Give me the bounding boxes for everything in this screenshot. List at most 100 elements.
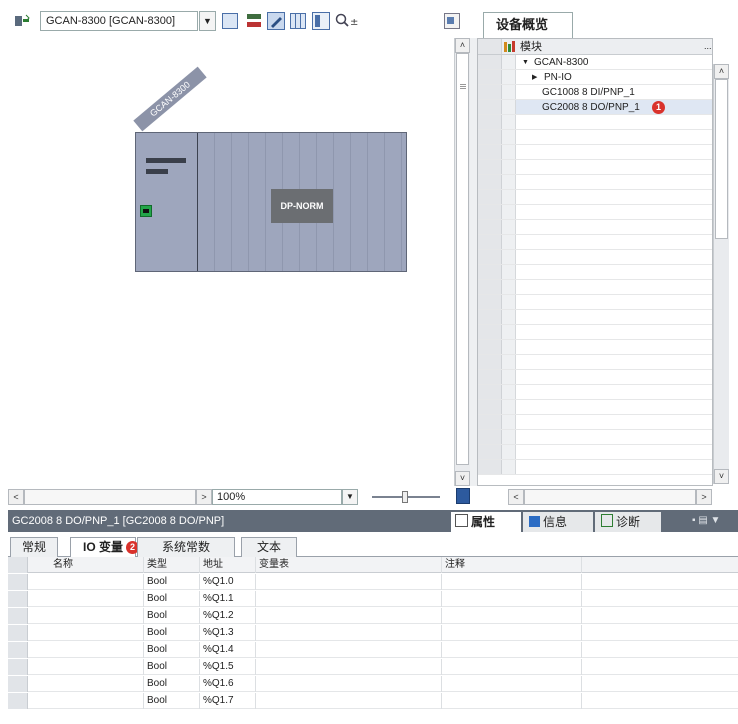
scroll-right-icon[interactable]: > [696, 489, 712, 505]
table-row[interactable]: Bool %Q1.4 [8, 642, 738, 658]
cell-tag-table[interactable] [256, 693, 442, 709]
overview-vertical-scrollbar[interactable]: ˄ ˅ [713, 64, 729, 484]
table-row[interactable]: Bool %Q1.2 [8, 608, 738, 624]
cell-tag-table[interactable] [256, 608, 442, 624]
cell-type[interactable]: Bool [144, 591, 200, 607]
overview-row[interactable] [478, 415, 712, 430]
cell-tag-table[interactable] [256, 642, 442, 658]
tab-diagnostics[interactable]: 诊断 [595, 512, 661, 532]
cell-type[interactable]: Bool [144, 642, 200, 658]
splitter[interactable] [470, 38, 477, 486]
zoom-dropdown[interactable]: ▼ [342, 489, 358, 505]
tab-properties[interactable]: 属性 [451, 512, 521, 532]
chevron-down-icon[interactable]: ▼ [522, 55, 529, 70]
grid-icon[interactable] [290, 13, 306, 29]
table-row[interactable]: Bool %Q1.6 [8, 676, 738, 692]
cell-tag-table[interactable] [256, 591, 442, 607]
cell-address[interactable]: %Q1.0 [200, 574, 256, 590]
cell-name[interactable] [50, 659, 144, 675]
overview-row[interactable] [478, 400, 712, 415]
overview-row[interactable] [478, 265, 712, 280]
tab-general[interactable]: 常规 [10, 537, 58, 557]
column-header-name[interactable]: 名称 [50, 557, 144, 573]
overview-row[interactable] [478, 430, 712, 445]
head-module[interactable] [136, 133, 198, 271]
device-combo[interactable]: GCAN-8300 [GCAN-8300] [40, 11, 198, 31]
overview-row[interactable] [478, 280, 712, 295]
device-canvas[interactable]: GCAN-8300 DP-NORM [8, 38, 454, 486]
cell-type[interactable]: Bool [144, 608, 200, 624]
module-box[interactable]: DP-NORM [271, 189, 333, 223]
cell-name[interactable] [50, 608, 144, 624]
column-more-button[interactable]: ... [704, 39, 712, 54]
overview-row[interactable]: GC1008 8 DI/PNP_1 [478, 85, 712, 100]
cell-address[interactable]: %Q1.6 [200, 676, 256, 692]
cell-address[interactable]: %Q1.1 [200, 591, 256, 607]
cell-comment[interactable] [442, 676, 582, 692]
cell-name[interactable] [50, 676, 144, 692]
zoom-icon[interactable]: ± [335, 13, 359, 29]
navigator-icon[interactable] [456, 488, 470, 504]
cell-address[interactable]: %Q1.2 [200, 608, 256, 624]
overview-row[interactable] [478, 190, 712, 205]
cell-address[interactable]: %Q1.4 [200, 642, 256, 658]
overview-row[interactable]: ▼ GCAN-8300 [478, 55, 712, 70]
tab-texts[interactable]: 文本 [241, 537, 297, 557]
tab-device-overview[interactable]: 设备概览 [483, 12, 573, 38]
overview-row[interactable] [478, 445, 712, 460]
cell-tag-table[interactable] [256, 676, 442, 692]
overview-icon[interactable] [444, 13, 460, 29]
cell-name[interactable] [50, 642, 144, 658]
cell-comment[interactable] [442, 659, 582, 675]
overview-row[interactable] [478, 460, 712, 475]
scroll-thumb[interactable] [456, 53, 469, 465]
cell-name[interactable] [50, 625, 144, 641]
rack-body[interactable]: DP-NORM [135, 132, 407, 272]
scroll-down-icon[interactable]: ˅ [714, 469, 729, 484]
overview-row[interactable] [478, 115, 712, 130]
overview-row[interactable] [478, 310, 712, 325]
cell-type[interactable]: Bool [144, 659, 200, 675]
cell-comment[interactable] [442, 591, 582, 607]
overview-row[interactable] [478, 340, 712, 355]
overview-row[interactable]: GC2008 8 DO/PNP_1 1 [478, 100, 712, 115]
port-icon[interactable] [140, 205, 152, 217]
overview-row[interactable] [478, 295, 712, 310]
cell-type[interactable]: Bool [144, 676, 200, 692]
chevron-right-icon[interactable]: ▶ [532, 70, 537, 85]
cell-type[interactable]: Bool [144, 693, 200, 709]
tab-info[interactable]: 信息 [523, 512, 593, 532]
overview-row[interactable] [478, 235, 712, 250]
chevron-down-icon[interactable]: ▼ [199, 11, 216, 31]
zoom-slider[interactable] [372, 491, 440, 503]
cell-address[interactable]: %Q1.5 [200, 659, 256, 675]
scroll-left-icon[interactable]: < [508, 489, 524, 505]
cell-type[interactable]: Bool [144, 574, 200, 590]
overview-row[interactable] [478, 130, 712, 145]
cell-tag-table[interactable] [256, 574, 442, 590]
overview-row[interactable] [478, 160, 712, 175]
overview-row[interactable] [478, 250, 712, 265]
column-header-type[interactable]: 类型 [144, 557, 200, 573]
table-row[interactable]: Bool %Q1.7 [8, 693, 738, 709]
swap-icon[interactable] [246, 13, 262, 29]
scroll-right-icon[interactable]: > [196, 489, 212, 505]
overview-row[interactable] [478, 145, 712, 160]
zoom-field[interactable]: 100% [212, 489, 342, 505]
cell-comment[interactable] [442, 642, 582, 658]
network-view-icon[interactable] [14, 13, 30, 29]
overview-row[interactable] [478, 205, 712, 220]
table-row[interactable]: Bool %Q1.3 [8, 625, 738, 641]
cell-comment[interactable] [442, 693, 582, 709]
edit-icon[interactable] [267, 12, 285, 30]
cell-name[interactable] [50, 693, 144, 709]
overview-row[interactable] [478, 175, 712, 190]
cell-tag-table[interactable] [256, 625, 442, 641]
cell-tag-table[interactable] [256, 659, 442, 675]
column-header-comment[interactable]: 注释 [442, 557, 582, 573]
cell-type[interactable]: Bool [144, 625, 200, 641]
tab-io-tags[interactable]: IO 变量 2 [70, 537, 139, 557]
canvas-vertical-scrollbar[interactable]: ˄ ˅ [454, 38, 470, 486]
tab-system-constants[interactable]: 系统常数 [137, 537, 235, 557]
table-row[interactable]: Bool %Q1.5 [8, 659, 738, 675]
